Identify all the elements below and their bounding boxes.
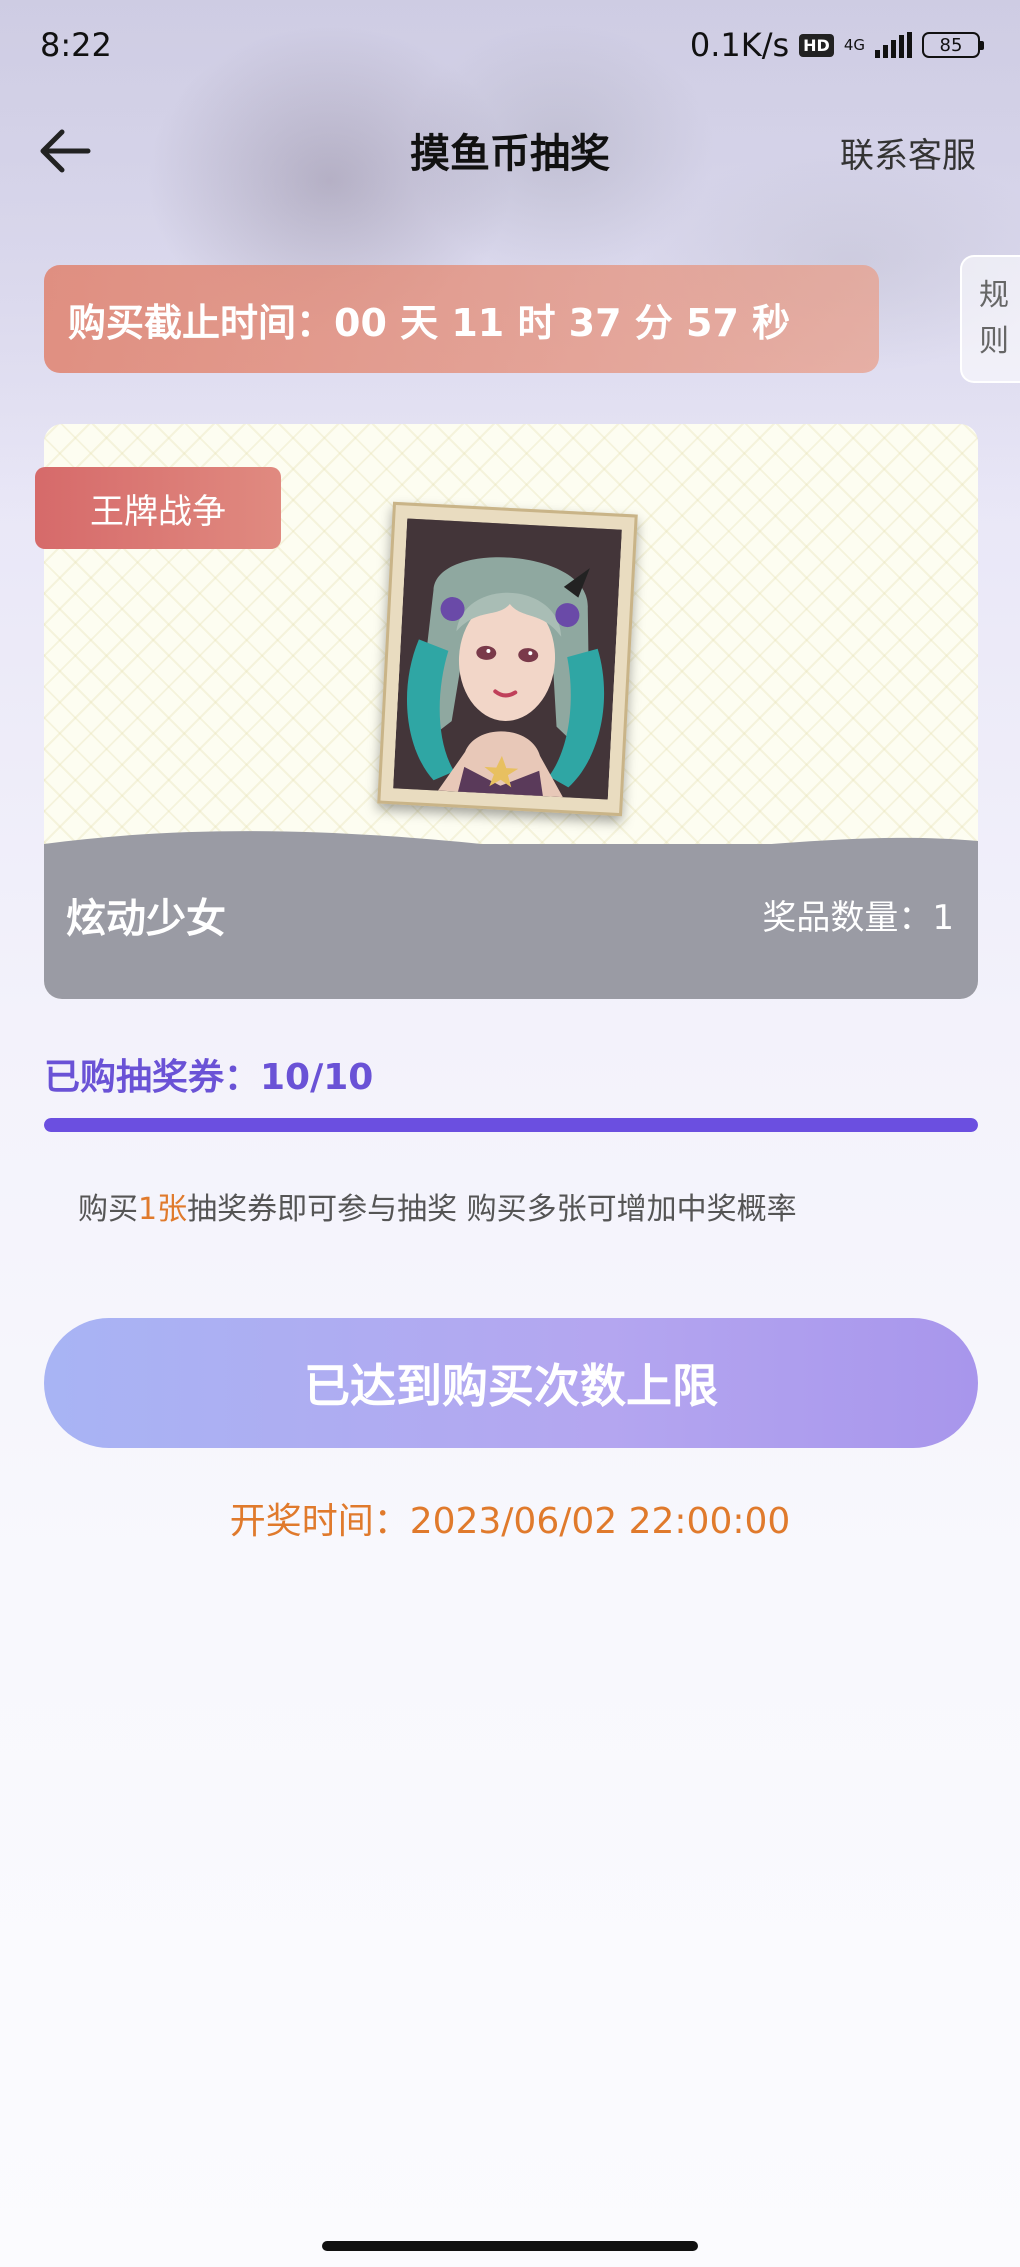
purchase-deadline-countdown: 购买截止时间：00 天 11 时 37 分 57 秒 (44, 265, 879, 373)
game-tag: 王牌战争 (35, 467, 281, 549)
nav-bar: 摸鱼币抽奖 联系客服 (0, 110, 1020, 190)
status-time: 8:22 (40, 26, 112, 64)
page-title: 摸鱼币抽奖 (410, 131, 610, 177)
purchase-progress-fill (44, 1118, 978, 1132)
purchase-limit-button[interactable]: 已达到购买次数上限 (44, 1318, 978, 1448)
hint-highlight: 1张 (138, 1192, 188, 1227)
rules-tab-char-1: 规 (979, 278, 1009, 313)
game-tag-label: 王牌战争 (90, 491, 226, 532)
network-type: 4G (844, 37, 865, 53)
purchase-progress-bar (44, 1118, 978, 1132)
purchased-tickets-label: 已购抽奖券：10/10 (44, 1057, 374, 1098)
avatar-portrait-icon (393, 518, 622, 800)
signal-icon (875, 32, 912, 58)
network-label: 4G (843, 36, 865, 54)
battery-level: 85 (939, 34, 963, 56)
arrow-left-icon[interactable] (36, 126, 92, 176)
draw-time: 开奖时间：2023/06/02 22:00:00 (229, 1501, 791, 1542)
hd-icon: HD (799, 33, 834, 57)
rules-tab-char-2: 则 (979, 324, 1009, 359)
contact-service-link[interactable]: 联系客服 (840, 128, 976, 177)
purchase-hint: 购买1张抽奖券即可参与抽奖 购买多张可增加中奖概率 (78, 1184, 797, 1228)
prize-name: 炫动少女 (66, 896, 226, 942)
home-indicator[interactable] (322, 2241, 698, 2251)
prize-avatar-frame (377, 501, 638, 817)
net-speed: 0.1K/s (689, 26, 790, 64)
hint-suffix: 抽奖券即可参与抽奖 购买多张可增加中奖概率 (187, 1192, 797, 1227)
prize-info-bar: 炫动少女 奖品数量：1 (44, 844, 978, 999)
status-indicators: 0.1K/s HD 4G 85 (689, 26, 984, 64)
rules-tab[interactable]: 规 则 (960, 255, 1020, 383)
hint-prefix: 购买 (78, 1192, 138, 1227)
battery-icon: 85 (922, 32, 984, 58)
status-bar: 8:22 0.1K/s HD 4G 85 (0, 0, 1020, 90)
prize-quantity: 奖品数量：1 (762, 898, 954, 938)
prize-avatar-image (393, 518, 622, 801)
countdown-text: 购买截止时间：00 天 11 时 37 分 57 秒 (68, 300, 791, 345)
